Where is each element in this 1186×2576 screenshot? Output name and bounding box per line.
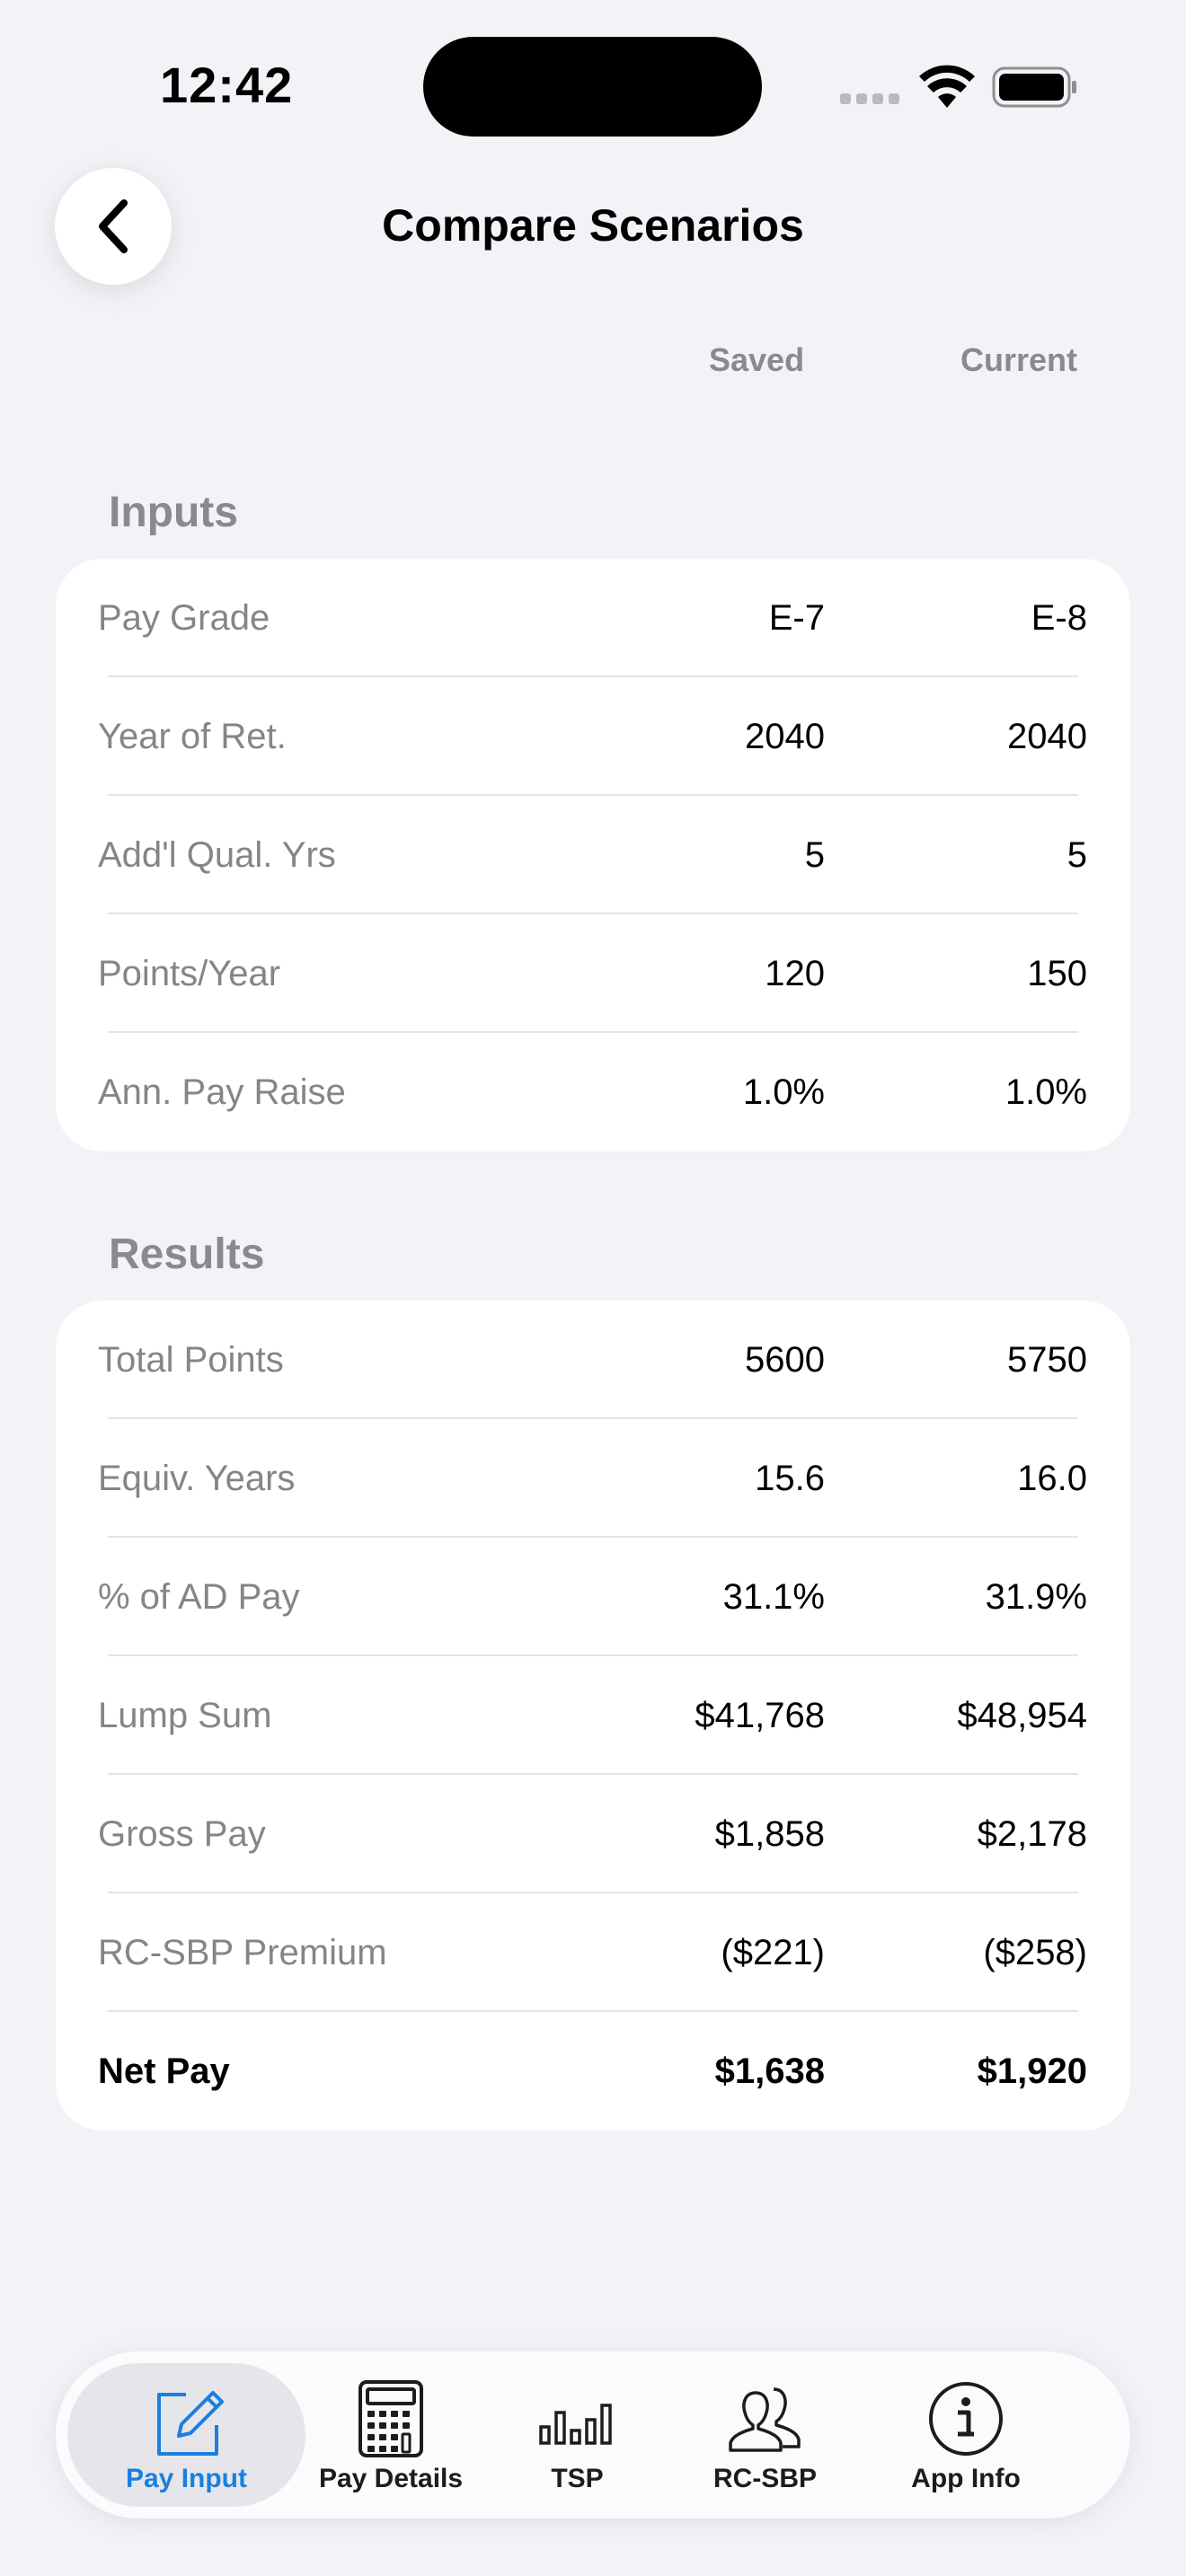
result-row-rc-sbp-premium: RC-SBP Premium ($221) ($258) xyxy=(56,1893,1130,2012)
current-value: 2040 xyxy=(1007,717,1087,756)
row-label: Pay Grade xyxy=(98,598,270,638)
tab-app-info[interactable]: App Info xyxy=(872,2351,1060,2519)
battery-icon xyxy=(992,66,1076,108)
saved-value: $1,858 xyxy=(714,1814,825,1854)
saved-value: $41,768 xyxy=(695,1696,825,1735)
result-row-net-pay: Net Pay $1,638 $1,920 xyxy=(56,2012,1130,2130)
current-value: 16.0 xyxy=(1017,1459,1087,1498)
result-row-total-points: Total Points 5600 5750 xyxy=(56,1301,1130,1419)
tab-tsp[interactable]: TSP xyxy=(503,2351,651,2519)
result-row-lump-sum: Lump Sum $41,768 $48,954 xyxy=(56,1656,1130,1775)
row-label: Lump Sum xyxy=(98,1696,272,1735)
row-label: Total Points xyxy=(98,1340,284,1380)
tab-label: Pay Details xyxy=(318,2464,464,2493)
tab-bar: Pay Input Pay Details TSP RC-SBP App Inf… xyxy=(56,2351,1130,2519)
saved-value: 5 xyxy=(804,835,825,875)
saved-value: 15.6 xyxy=(755,1459,825,1498)
inputs-section-title: Inputs xyxy=(109,489,238,536)
tab-pay-details[interactable]: Pay Details xyxy=(301,2351,481,2519)
results-card: Total Points 5600 5750 Equiv. Years 15.6… xyxy=(56,1301,1130,2130)
input-row-additional-qual-years: Add'l Qual. Yrs 5 5 xyxy=(56,796,1130,914)
row-label: Add'l Qual. Yrs xyxy=(98,835,336,875)
saved-value: ($221) xyxy=(721,1933,825,1972)
saved-value: E-7 xyxy=(768,598,825,638)
result-row-percent-ad-pay: % of AD Pay 31.1% 31.9% xyxy=(56,1538,1130,1656)
tab-label: App Info xyxy=(911,2464,1021,2493)
status-bar: 12:42 xyxy=(0,0,1186,171)
saved-value: 120 xyxy=(765,954,825,993)
row-label: Equiv. Years xyxy=(98,1459,296,1498)
row-label: RC-SBP Premium xyxy=(98,1933,387,1972)
row-label: Gross Pay xyxy=(98,1814,266,1854)
saved-value: 5600 xyxy=(745,1340,825,1380)
info-icon xyxy=(929,2382,1003,2456)
current-value: 5 xyxy=(1067,835,1087,875)
input-row-pay-grade: Pay Grade E-7 E-8 xyxy=(56,559,1130,677)
current-value: E-8 xyxy=(1031,598,1087,638)
column-header-current: Current xyxy=(960,341,1078,378)
row-label: Ann. Pay Raise xyxy=(98,1072,346,1112)
result-row-gross-pay: Gross Pay $1,858 $2,178 xyxy=(56,1775,1130,1893)
tab-label: TSP xyxy=(551,2464,604,2493)
inputs-card: Pay Grade E-7 E-8 Year of Ret. 2040 2040… xyxy=(56,559,1130,1151)
current-value: 5750 xyxy=(1007,1340,1087,1380)
tab-label: RC-SBP xyxy=(712,2464,817,2493)
current-value: 31.9% xyxy=(985,1577,1087,1617)
people-icon xyxy=(728,2387,801,2452)
current-value: 1.0% xyxy=(1005,1072,1087,1112)
row-label: Net Pay xyxy=(98,2051,230,2091)
wifi-icon xyxy=(919,65,975,108)
results-section-title: Results xyxy=(109,1231,265,1278)
saved-value: $1,638 xyxy=(714,2051,825,2091)
tab-rc-sbp[interactable]: RC-SBP xyxy=(682,2351,848,2519)
current-value: 150 xyxy=(1027,954,1087,993)
saved-value: 2040 xyxy=(745,717,825,756)
column-header-saved: Saved xyxy=(709,341,805,378)
tab-pay-input[interactable]: Pay Input xyxy=(67,2351,305,2519)
current-value: $1,920 xyxy=(977,2051,1087,2091)
row-label: Year of Ret. xyxy=(98,717,287,756)
edit-icon xyxy=(156,2391,224,2456)
result-row-equiv-years: Equiv. Years 15.6 16.0 xyxy=(56,1419,1130,1538)
input-row-annual-pay-raise: Ann. Pay Raise 1.0% 1.0% xyxy=(56,1033,1130,1151)
saved-value: 1.0% xyxy=(742,1072,825,1112)
input-row-points-per-year: Points/Year 120 150 xyxy=(56,914,1130,1033)
calculator-icon xyxy=(358,2380,423,2457)
bar-chart-icon xyxy=(538,2404,612,2445)
cellular-signal-icon xyxy=(840,93,901,106)
saved-value: 31.1% xyxy=(722,1577,825,1617)
current-value: ($258) xyxy=(983,1933,1087,1972)
current-value: $48,954 xyxy=(957,1696,1087,1735)
current-value: $2,178 xyxy=(977,1814,1087,1854)
row-label: Points/Year xyxy=(98,954,281,993)
input-row-year-of-retirement: Year of Ret. 2040 2040 xyxy=(56,677,1130,796)
row-label: % of AD Pay xyxy=(98,1577,300,1617)
status-time: 12:42 xyxy=(160,57,294,113)
page-title: Compare Scenarios xyxy=(382,200,804,251)
dynamic-island xyxy=(423,37,762,137)
tab-label: Pay Input xyxy=(125,2464,247,2493)
